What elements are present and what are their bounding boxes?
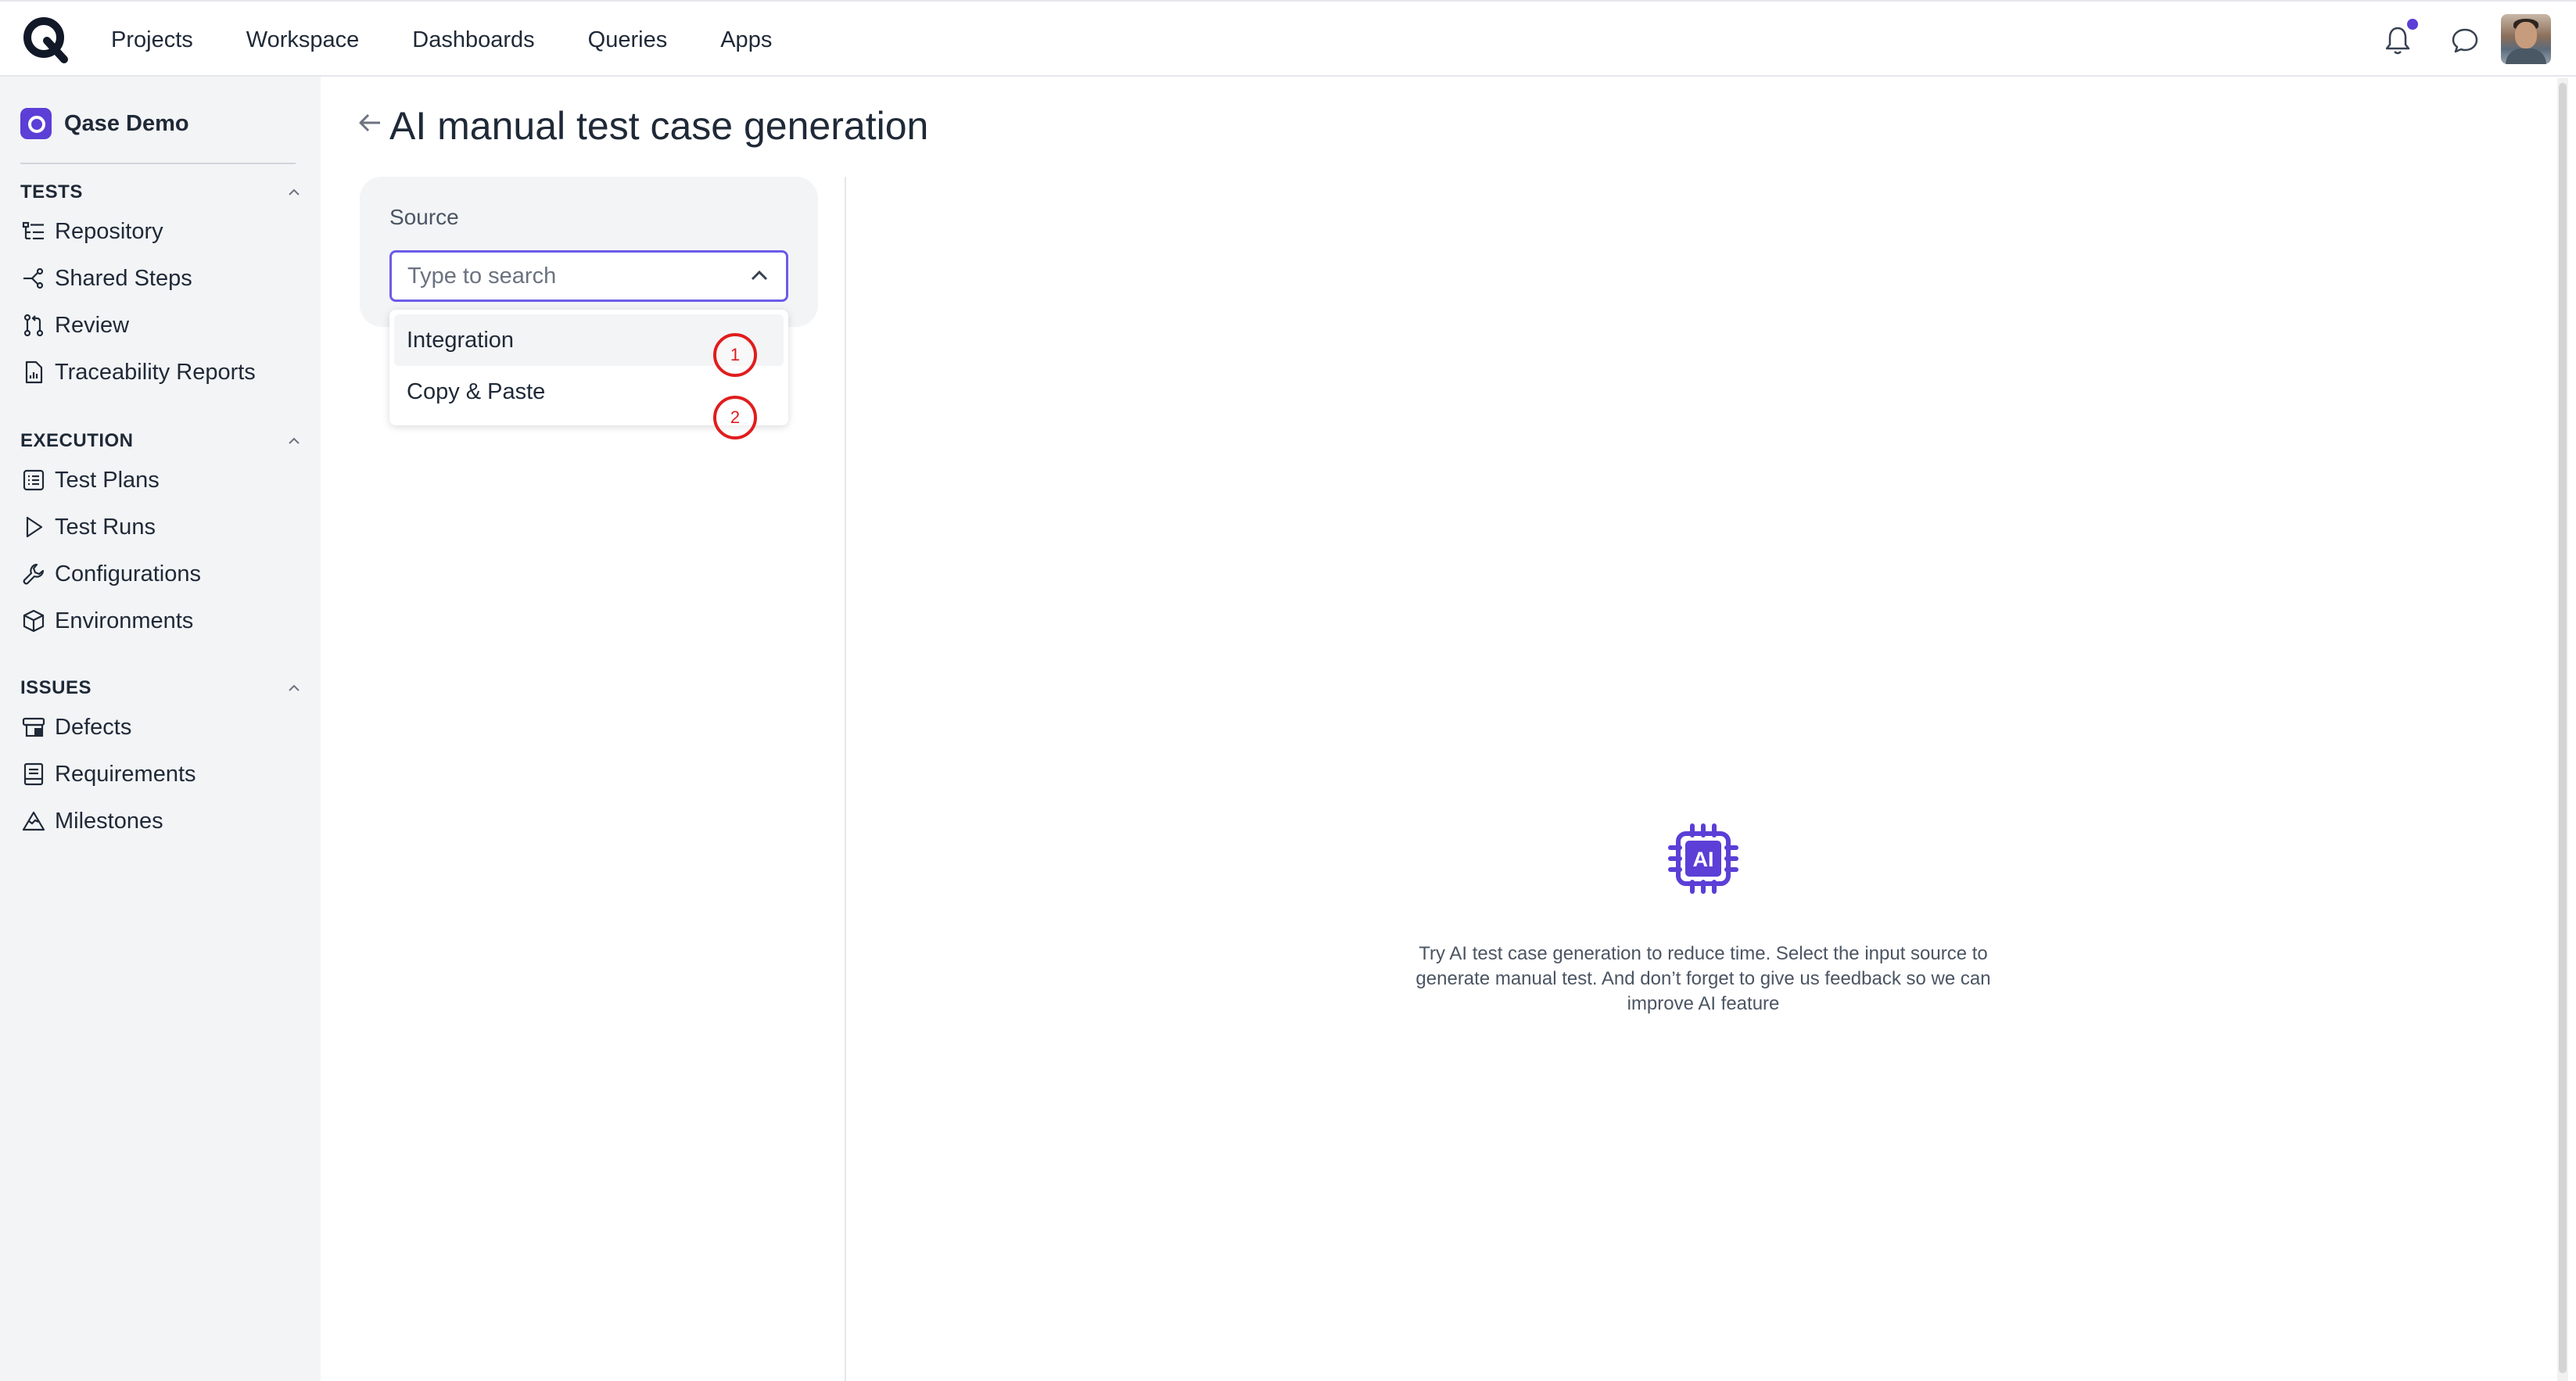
- section-title: TESTS: [20, 181, 83, 203]
- sidebar: Qase Demo TESTS Repository Shared Steps …: [0, 77, 321, 1381]
- pull-request-icon: [20, 312, 47, 339]
- cube-icon: [20, 608, 47, 634]
- sidebar-item-environments[interactable]: Environments: [20, 597, 302, 644]
- page-scrollbar[interactable]: [2557, 78, 2568, 1381]
- source-label: Source: [389, 205, 459, 229]
- sidebar-item-label: Review: [55, 312, 130, 338]
- project-icon: [20, 108, 52, 139]
- page-title: AI manual test case generation: [389, 104, 929, 148]
- sidebar-section-issues: ISSUES Defects Requirements Milestones: [20, 673, 302, 845]
- empty-state-message: Try AI test case generation to reduce ti…: [1415, 943, 1991, 1014]
- chevron-up-icon[interactable]: [286, 185, 302, 200]
- project-selector[interactable]: Qase Demo: [20, 108, 189, 139]
- sidebar-item-review[interactable]: Review: [20, 302, 302, 349]
- mountain-icon: [20, 808, 47, 834]
- test-plans-icon: [20, 467, 47, 493]
- sidebar-item-label: Environments: [55, 608, 194, 633]
- play-icon: [20, 514, 47, 540]
- nav-projects[interactable]: Projects: [111, 27, 193, 53]
- project-name: Qase Demo: [64, 110, 189, 136]
- sidebar-item-label: Traceability Reports: [55, 359, 256, 385]
- requirements-icon: [20, 761, 47, 787]
- sidebar-item-label: Defects: [55, 714, 132, 740]
- section-title: EXECUTION: [20, 430, 134, 451]
- sidebar-item-label: Requirements: [55, 761, 196, 787]
- chevron-up-icon[interactable]: [286, 680, 302, 696]
- nav-queries[interactable]: Queries: [588, 27, 668, 53]
- sidebar-item-test-runs[interactable]: Test Runs: [20, 504, 302, 551]
- chevron-up-icon[interactable]: [748, 265, 770, 287]
- sidebar-item-traceability-reports[interactable]: Traceability Reports: [20, 349, 302, 396]
- nav-apps[interactable]: Apps: [720, 27, 772, 53]
- sidebar-item-requirements[interactable]: Requirements: [20, 751, 302, 798]
- sidebar-item-label: Configurations: [55, 561, 201, 586]
- report-document-icon: [20, 359, 47, 386]
- repository-icon: [20, 218, 47, 245]
- notification-dot: [2407, 19, 2418, 30]
- source-select[interactable]: [389, 250, 788, 302]
- sidebar-item-label: Shared Steps: [55, 265, 192, 291]
- sidebar-item-label: Test Plans: [55, 467, 160, 493]
- shared-steps-icon: [20, 265, 47, 292]
- section-header-tests[interactable]: TESTS: [20, 177, 302, 208]
- nav-workspace[interactable]: Workspace: [246, 27, 360, 53]
- sidebar-item-configurations[interactable]: Configurations: [20, 551, 302, 597]
- chat-icon[interactable]: [2451, 27, 2479, 55]
- sidebar-item-label: Repository: [55, 218, 163, 244]
- main-nav: Projects Workspace Dashboards Queries Ap…: [111, 2, 825, 78]
- qase-logo-icon[interactable]: [20, 14, 70, 64]
- sidebar-item-repository[interactable]: Repository: [20, 208, 302, 255]
- bell-icon[interactable]: [2384, 25, 2412, 56]
- defects-icon: [20, 714, 47, 741]
- sidebar-section-tests: TESTS Repository Shared Steps Review Tra…: [20, 177, 302, 396]
- nav-dashboards[interactable]: Dashboards: [412, 27, 534, 53]
- sidebar-item-shared-steps[interactable]: Shared Steps: [20, 255, 302, 302]
- annotation-marker-2: 2: [713, 396, 757, 439]
- chevron-up-icon[interactable]: [286, 433, 302, 449]
- section-header-issues[interactable]: ISSUES: [20, 673, 302, 704]
- top-navigation-bar: Projects Workspace Dashboards Queries Ap…: [0, 0, 2576, 77]
- sidebar-divider: [20, 163, 296, 164]
- sidebar-item-defects[interactable]: Defects: [20, 704, 302, 751]
- annotation-marker-1: 1: [713, 333, 757, 377]
- sidebar-item-label: Milestones: [55, 808, 163, 834]
- wrench-icon: [20, 561, 47, 587]
- panel-divider: [845, 177, 846, 1381]
- svg-text:AI: AI: [1693, 848, 1714, 871]
- sidebar-section-execution: EXECUTION Test Plans Test Runs Configura…: [20, 425, 302, 644]
- sidebar-item-test-plans[interactable]: Test Plans: [20, 457, 302, 504]
- source-search-input[interactable]: [407, 263, 748, 289]
- back-arrow-icon[interactable]: [357, 109, 383, 136]
- section-header-execution[interactable]: EXECUTION: [20, 425, 302, 457]
- section-title: ISSUES: [20, 677, 92, 698]
- user-avatar[interactable]: [2501, 14, 2551, 64]
- sidebar-item-milestones[interactable]: Milestones: [20, 798, 302, 845]
- ai-chip-icon: AI: [1668, 823, 1738, 894]
- sidebar-item-label: Test Runs: [55, 514, 156, 540]
